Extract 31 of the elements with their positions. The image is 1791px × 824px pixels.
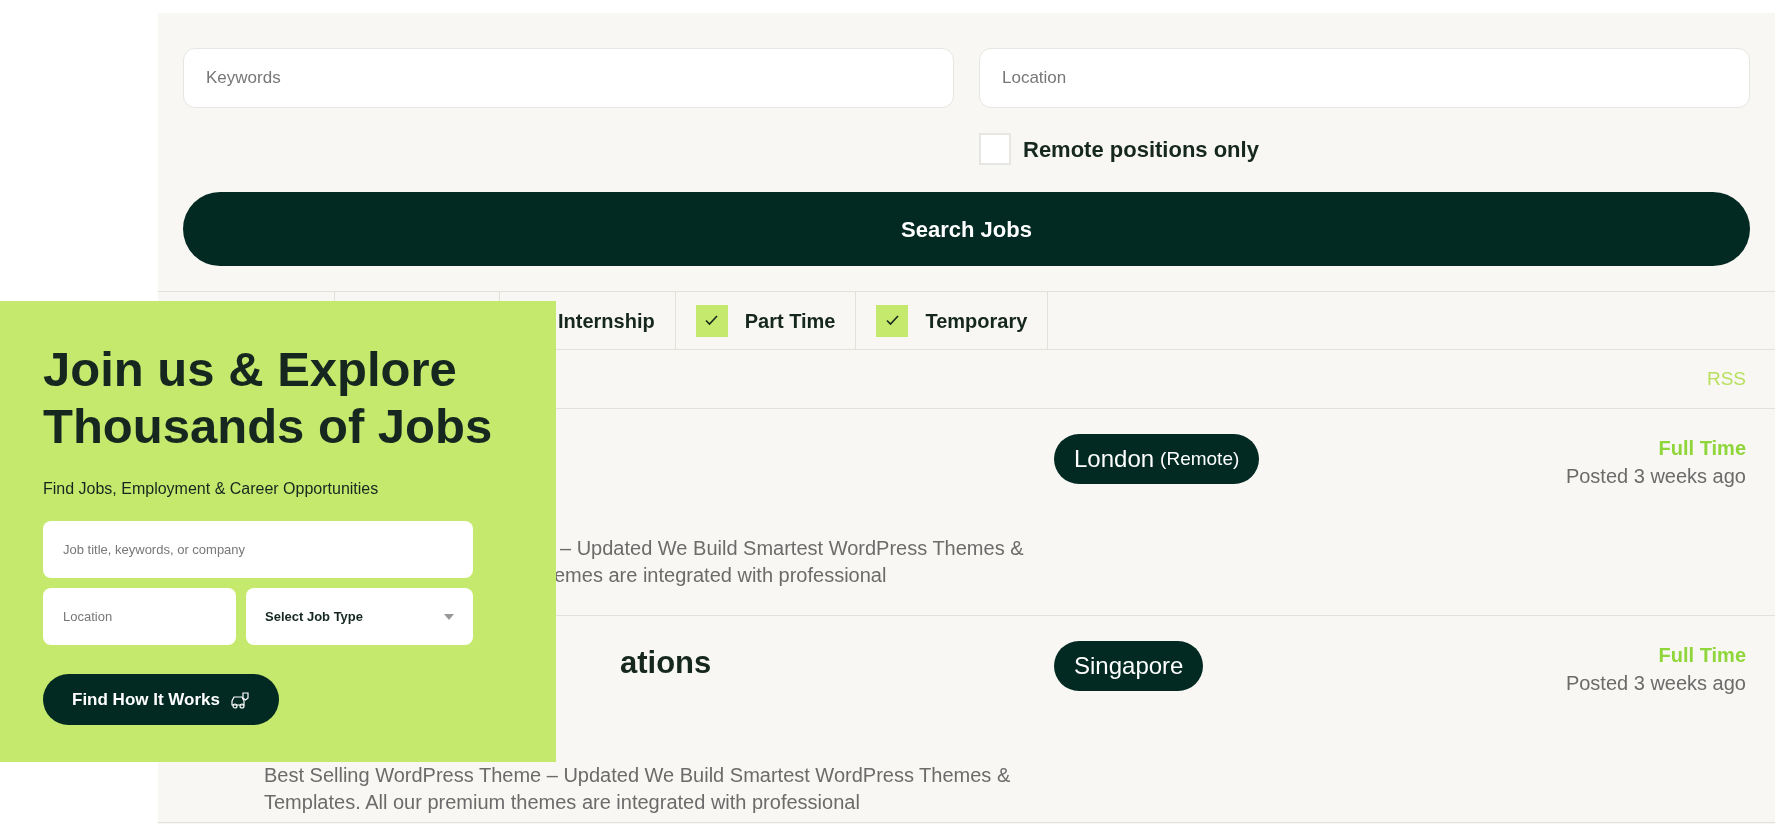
filter-label: Internship: [558, 308, 655, 334]
checkbox[interactable]: [695, 304, 728, 337]
keywords-field[interactable]: Keywords: [183, 48, 954, 108]
checkmark-icon: [705, 315, 719, 326]
checkbox[interactable]: [979, 133, 1011, 165]
posted-date: Posted 3 weeks ago: [1565, 671, 1746, 696]
job-description: – Updated We Build Smartest WordPress Themes &: [560, 536, 1024, 561]
location-field[interactable]: Location: [43, 588, 236, 645]
job-description: Best Selling WordPress Theme – Updated We Build Smartest WordPress Themes &: [264, 763, 1011, 788]
filter-label: Part Time: [744, 308, 836, 334]
filter-label: Temporary: [925, 308, 1028, 334]
job-description: Templates. All our premium themes are integrated with professional: [264, 790, 861, 815]
job-description: emes are integrated with professional: [554, 563, 888, 588]
job-type-select[interactable]: Select Job Type: [246, 588, 473, 645]
checkmark-icon: [885, 315, 899, 326]
job-type: Full Time: [1658, 436, 1746, 461]
hero-subtitle: Find Jobs, Employment & Career Opportunities: [43, 479, 380, 499]
dropdown-caret-icon: [444, 613, 454, 620]
checkbox-label: Remote positions only: [1023, 135, 1259, 164]
search-jobs-button[interactable]: Search Jobs: [183, 192, 1750, 266]
job-title[interactable]: ations: [620, 643, 712, 683]
job-title-field[interactable]: Job title, keywords, or company: [43, 521, 473, 578]
job-type: Full Time: [1658, 643, 1746, 668]
location-badge: Singapore: [1054, 641, 1204, 691]
location-badge: London (Remote): [1054, 434, 1260, 484]
posted-date: Posted 3 weeks ago: [1565, 464, 1746, 489]
find-how-it-works-button[interactable]: Find How It Works: [43, 674, 279, 725]
location-field[interactable]: Location: [979, 48, 1750, 108]
car-icon: [229, 690, 250, 709]
hero-heading: Join us & Explore Thousands of Jobs: [43, 341, 494, 455]
checkbox[interactable]: [876, 304, 909, 337]
